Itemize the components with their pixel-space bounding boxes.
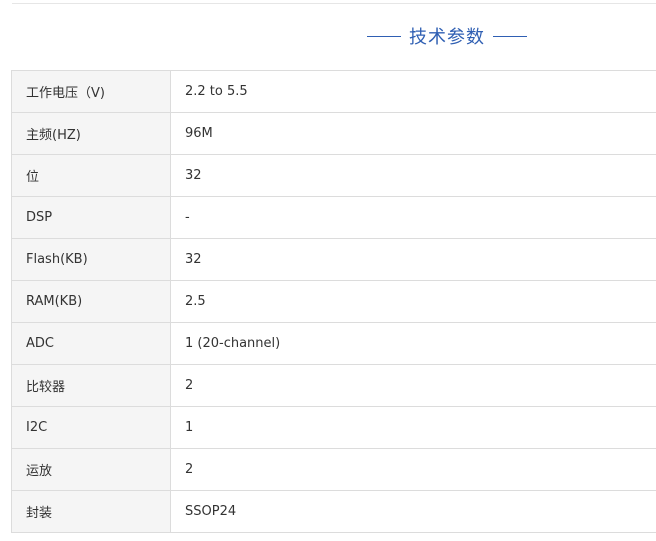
spec-row-ram: RAM(KB) 2.5 (11, 280, 656, 323)
spec-value: 32 (170, 154, 656, 197)
spec-row-package: 封装 SSOP24 (11, 490, 656, 533)
spec-label: ADC (11, 322, 171, 365)
spec-label: 位 (11, 154, 171, 197)
spec-value: 2.2 to 5.5 (170, 70, 656, 113)
spec-row-bits: 位 32 (11, 154, 656, 197)
spec-value: 2 (170, 364, 656, 407)
spec-label: RAM(KB) (11, 280, 171, 323)
section-title: 技术参数 (409, 27, 485, 48)
spec-value: 2.5 (170, 280, 656, 323)
spec-row-opamp: 运放 2 (11, 448, 656, 491)
spec-row-adc: ADC 1 (20-channel) (11, 322, 656, 365)
top-divider (12, 3, 656, 4)
spec-label: Flash(KB) (11, 238, 171, 281)
spec-value: 1 (170, 406, 656, 449)
spec-row-dsp: DSP - (11, 196, 656, 239)
spec-label: I2C (11, 406, 171, 449)
spec-label: 运放 (11, 448, 171, 491)
spec-row-frequency: 主频(HZ) 96M (11, 112, 656, 155)
spec-row-i2c: I2C 1 (11, 406, 656, 449)
spec-label: 封装 (11, 490, 171, 533)
spec-label: 工作电压（V) (11, 70, 171, 113)
spec-row-comparator: 比较器 2 (11, 364, 656, 407)
spec-table: 工作电压（V) 2.2 to 5.5 主频(HZ) 96M 位 32 DSP -… (11, 70, 656, 533)
spec-row-voltage: 工作电压（V) 2.2 to 5.5 (11, 70, 656, 113)
spec-row-flash: Flash(KB) 32 (11, 238, 656, 281)
spec-value: SSOP24 (170, 490, 656, 533)
heading-left-dash (367, 35, 401, 37)
spec-value: 32 (170, 238, 656, 281)
spec-label: 主频(HZ) (11, 112, 171, 155)
heading-right-dash (493, 35, 527, 37)
spec-value: 1 (20-channel) (170, 322, 656, 365)
section-heading: 技术参数 (367, 24, 527, 48)
spec-value: - (170, 196, 656, 239)
spec-label: 比较器 (11, 364, 171, 407)
spec-value: 96M (170, 112, 656, 155)
spec-label: DSP (11, 196, 171, 239)
spec-value: 2 (170, 448, 656, 491)
